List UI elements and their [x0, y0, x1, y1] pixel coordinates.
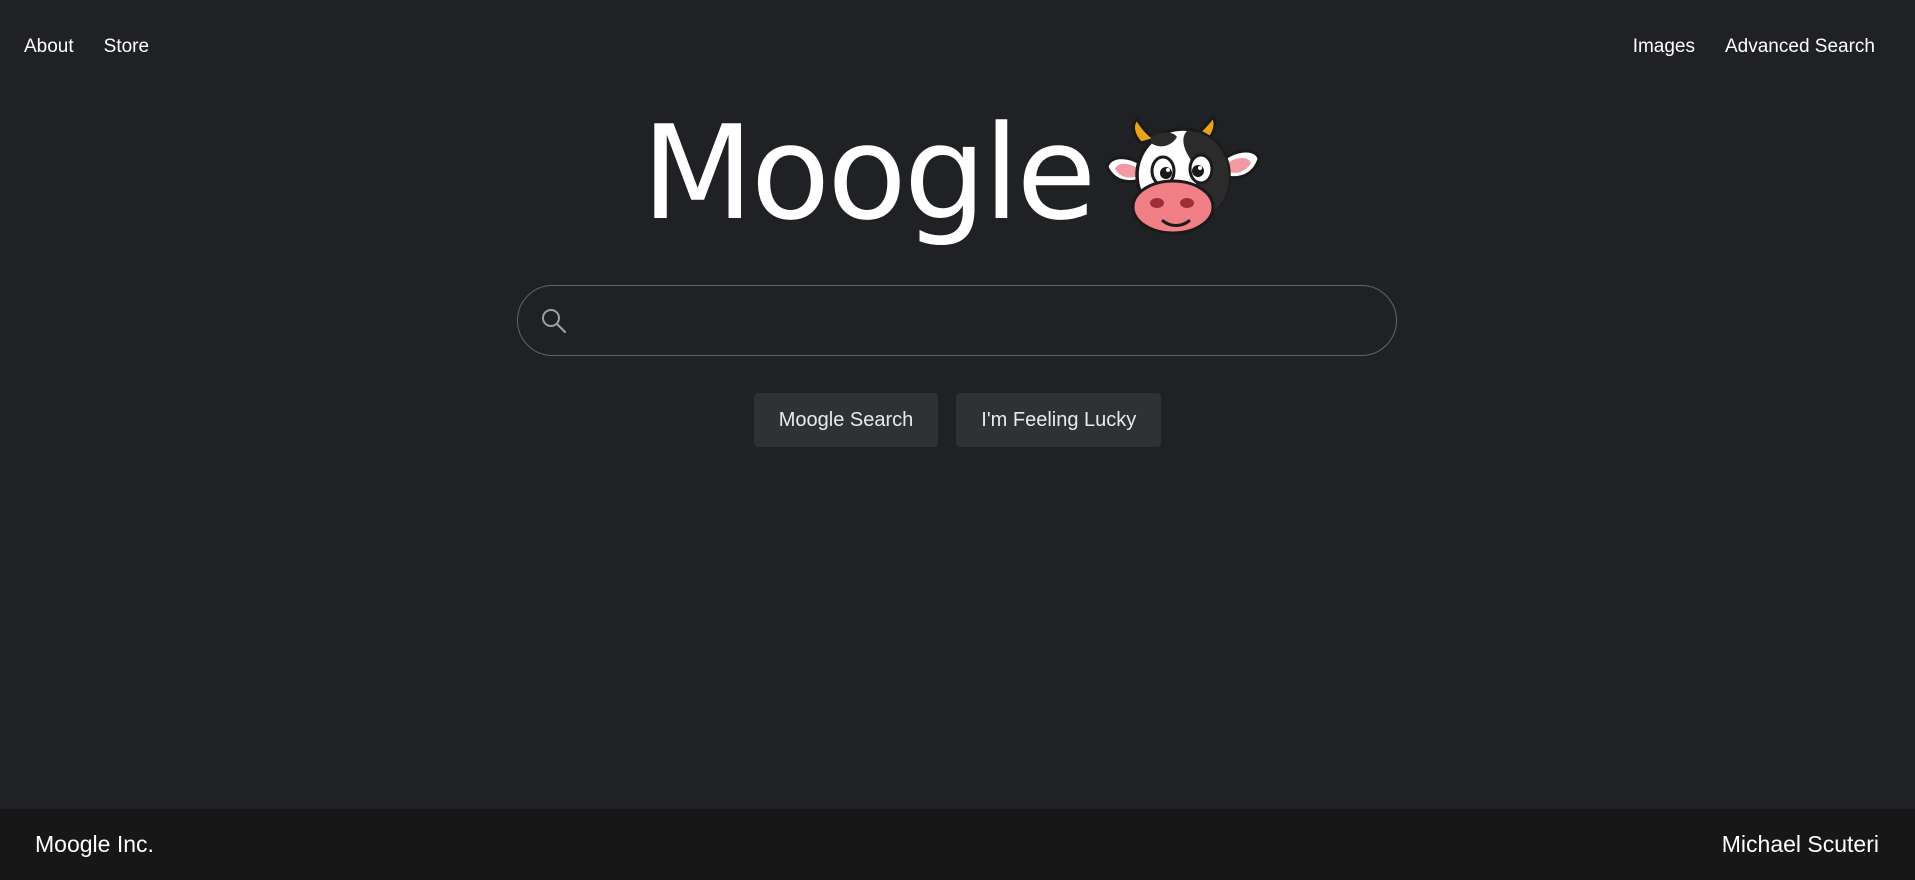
advanced-search-link[interactable]: Advanced Search: [1725, 34, 1875, 60]
footer-company: Moogle Inc.: [35, 831, 154, 857]
feeling-lucky-button[interactable]: I'm Feeling Lucky: [956, 393, 1162, 447]
footer: Moogle Inc. Michael Scuteri: [0, 809, 1915, 880]
logo: Moogle: [0, 98, 1915, 248]
footer-author: Michael Scuteri: [1721, 831, 1879, 857]
search-bar[interactable]: [517, 285, 1397, 356]
nav-left: About Store: [24, 34, 149, 60]
search-input[interactable]: [568, 286, 1396, 355]
search-buttons: Moogle Search I'm Feeling Lucky: [0, 393, 1915, 447]
search-icon: [542, 308, 567, 333]
about-link[interactable]: About: [24, 34, 74, 60]
moogle-search-button[interactable]: Moogle Search: [753, 393, 939, 447]
top-navigation: About Store Images Advanced Search: [0, 0, 1915, 94]
store-link[interactable]: Store: [104, 34, 149, 60]
logo-text: Moogle: [641, 97, 1097, 249]
cow-mascot-icon: [1105, 114, 1261, 235]
images-link[interactable]: Images: [1633, 34, 1695, 60]
nav-right: Images Advanced Search: [1633, 34, 1875, 60]
